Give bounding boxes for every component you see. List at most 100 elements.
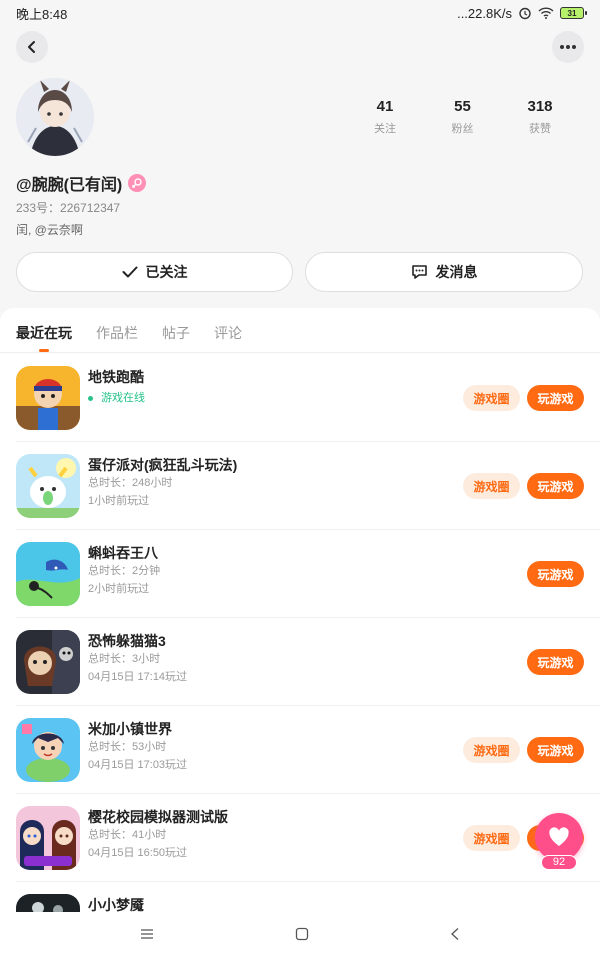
more-button[interactable] [552,31,584,63]
game-row[interactable]: 樱花校园模拟器测试版 总时长：41小时 04月15日 16:50玩过 游戏圈 玩… [16,794,600,882]
tab-indicator [39,349,49,352]
status-bar: 晚上8:48 ...22.8K/s 31 [0,0,600,26]
game-playtime: 总时长：3小时 [88,653,161,665]
tab-label: 作品栏 [96,325,138,341]
heart-icon [549,827,569,846]
game-icon-eggy-party [16,454,80,518]
wifi-icon [538,7,554,19]
username: @腕腕(已有闰) [16,177,123,194]
game-info: 蛋仔派对(疯狂乱斗玩法) 总时长：248小时 1小时前玩过 [88,456,448,510]
game-circle-button[interactable]: 游戏圈 [463,825,520,851]
network-speed: ...22.8K/s [457,5,512,21]
game-info: 小小梦魇 [88,896,448,912]
game-playtime: 总时长：41小时 [88,829,167,841]
game-playtime: 总时长：53小时 [88,741,167,753]
game-playtime: 总时长：248小时 [88,477,173,489]
tab-label: 最近在玩 [16,325,72,341]
follow-label: 已关注 [145,264,188,280]
game-last-played: 04月15日 17:14玩过 [88,671,188,683]
chat-bubble-icon [411,265,427,279]
tab-recent-playing[interactable]: 最近在玩 [16,308,72,352]
system-nav-bar [0,912,600,960]
tab-comments[interactable]: 评论 [214,308,242,352]
game-info: 地铁跑酷 游戏在线 [88,368,448,407]
game-icon-little-nightmares [16,894,80,912]
online-status: 游戏在线 [88,389,448,407]
stat-fans[interactable]: 55 粉丝 [433,98,493,136]
bio: 闰, @云奈啊 [16,223,83,237]
game-circle-button[interactable]: 游戏圈 [463,385,520,411]
stat-following[interactable]: 41 关注 [355,98,415,136]
tab-label: 评论 [214,325,242,341]
game-name: 樱花校园模拟器测试版 [88,809,228,825]
female-icon [128,174,147,192]
user-id: 233号：226712347 [16,201,121,215]
game-icon-subway-surfers [16,366,80,430]
tab-label: 帖子 [162,325,190,341]
battery-icon: 31 [560,7,587,19]
stat-label: 获赞 [529,123,551,135]
game-last-played: 1小时前玩过 [88,495,150,507]
status-indicators: ...22.8K/s 31 [457,5,587,21]
game-row[interactable]: 米加小镇世界 总时长：53小时 04月15日 17:03玩过 游戏圈 玩游戏 [16,706,600,794]
follow-button[interactable]: 已关注 [16,252,293,292]
play-game-button[interactable]: 玩游戏 [527,385,584,411]
game-name: 蝌蚪吞王八 [88,545,158,561]
play-game-button[interactable]: 玩游戏 [527,737,584,763]
name-row: @腕腕(已有闰) [16,171,147,195]
game-name: 米加小镇世界 [88,721,172,737]
message-button[interactable]: 发消息 [305,252,583,292]
game-row[interactable]: 小小梦魇 [16,882,600,912]
like-count: 92 [541,855,577,870]
game-playtime: 总时长：2分钟 [88,565,161,577]
like-button[interactable] [535,813,583,861]
game-info: 樱花校园模拟器测试版 总时长：41小时 04月15日 16:50玩过 [88,808,448,862]
play-game-button[interactable]: 玩游戏 [527,561,584,587]
game-info: 恐怖躲猫猫3 总时长：3小时 04月15日 17:14玩过 [88,632,448,686]
play-game-button[interactable]: 玩游戏 [527,473,584,499]
stat-number: 55 [454,98,471,115]
back-triangle-icon[interactable] [450,927,460,946]
game-icon-sakura-school [16,806,80,870]
play-game-button[interactable]: 玩游戏 [527,649,584,675]
online-dot-icon [88,395,93,401]
game-row[interactable]: 地铁跑酷 游戏在线 游戏圈 玩游戏 [16,354,600,442]
game-info: 蝌蚪吞王八 总时长：2分钟 2小时前玩过 [88,544,448,598]
message-label: 发消息 [435,264,478,280]
alarm-icon [519,7,531,20]
game-name: 蛋仔派对(疯狂乱斗玩法) [88,457,238,473]
game-row[interactable]: 蛋仔派对(疯狂乱斗玩法) 总时长：248小时 1小时前玩过 游戏圈 玩游戏 [16,442,600,530]
game-row[interactable]: 恐怖躲猫猫3 总时长：3小时 04月15日 17:14玩过 玩游戏 [16,618,600,706]
game-circle-button[interactable]: 游戏圈 [463,473,520,499]
game-name: 小小梦魇 [88,897,144,912]
stat-number: 318 [527,98,553,115]
home-square-icon[interactable] [295,927,309,946]
avatar[interactable] [16,78,94,156]
tab-works[interactable]: 作品栏 [96,308,138,352]
game-name: 恐怖躲猫猫3 [88,633,166,649]
content-card: 最近在玩 作品栏 帖子 评论 地铁跑酷 游戏在线 游戏圈 玩游戏 蛋仔派对(疯狂… [0,308,600,912]
game-last-played: 04月15日 16:50玩过 [88,847,188,859]
check-icon [122,266,137,278]
tab-bar: 最近在玩 作品栏 帖子 评论 [0,308,600,353]
profile-stats: 41 关注 55 粉丝 318 获赞 [355,98,570,136]
game-info: 米加小镇世界 总时长：53小时 04月15日 17:03玩过 [88,720,448,774]
menu-icon[interactable] [140,927,154,945]
online-text: 游戏在线 [101,392,145,404]
stat-label: 粉丝 [451,123,474,135]
back-button[interactable] [16,31,48,63]
game-last-played: 04月15日 17:03玩过 [88,759,188,771]
game-icon-miga-town [16,718,80,782]
game-icon-horror-hide-seek [16,630,80,694]
game-last-played: 2小时前玩过 [88,583,150,595]
stat-likes[interactable]: 318 获赞 [510,98,570,136]
game-row[interactable]: 蝌蚪吞王八 总时长：2分钟 2小时前玩过 玩游戏 [16,530,600,618]
game-circle-button[interactable]: 游戏圈 [463,737,520,763]
stat-label: 关注 [374,123,396,135]
status-time: 晚上8:48 [16,6,68,22]
stat-number: 41 [376,98,394,115]
game-icon-tadpole [16,542,80,606]
back-arrow-icon [28,41,35,53]
game-name: 地铁跑酷 [88,369,144,385]
tab-posts[interactable]: 帖子 [162,308,190,352]
